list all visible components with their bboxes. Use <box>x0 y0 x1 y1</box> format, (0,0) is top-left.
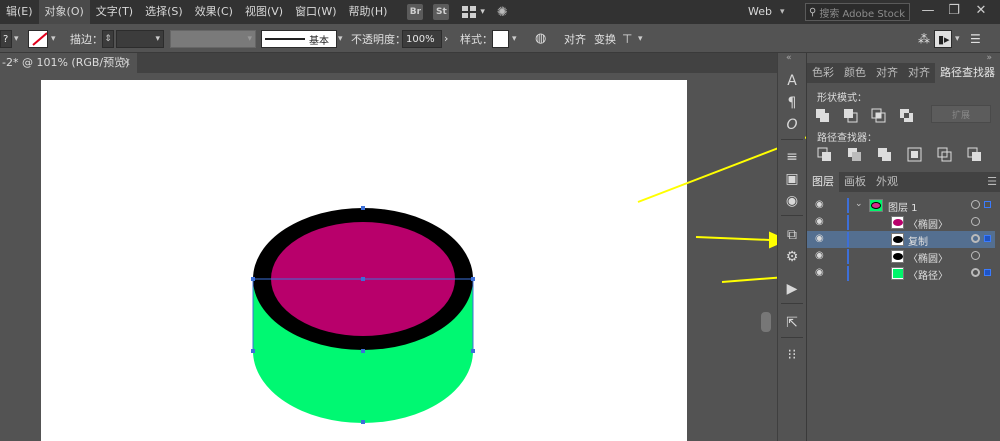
layer-row-layer1[interactable]: ◉ ⌄ 图层 1 <box>807 197 995 214</box>
chevron-down-icon[interactable]: ⌄ <box>855 199 863 209</box>
layer-thumbnail <box>891 216 904 229</box>
scroll-handle[interactable] <box>761 312 771 332</box>
layer-thumbnail <box>869 199 883 212</box>
tab-color[interactable]: 颜色 <box>839 63 871 83</box>
layer-thumbnail <box>891 233 904 246</box>
layer-name[interactable]: 〈椭圆〉 <box>908 250 948 265</box>
export-icon[interactable]: ⇱ <box>782 313 802 333</box>
pathfinders-label: 路径查找器： <box>817 133 877 144</box>
target-icon[interactable] <box>971 234 980 243</box>
paragraph-icon[interactable]: ¶ <box>782 93 802 113</box>
visibility-eye-icon[interactable]: ◉ <box>815 216 824 227</box>
tab-pathfinder[interactable]: 路径查找器 <box>935 63 1000 83</box>
symbols-icon[interactable]: ⚙ <box>782 247 802 267</box>
layer-name[interactable]: 复制 <box>908 233 928 248</box>
layer-thumbnail <box>891 250 904 263</box>
unite-icon[interactable] <box>815 108 831 124</box>
layer-thumbnail <box>891 267 904 280</box>
visibility-eye-icon[interactable]: ◉ <box>815 267 824 278</box>
opentype-icon[interactable]: O <box>782 115 802 135</box>
trim-icon[interactable] <box>847 147 863 163</box>
layer-row-ellipse[interactable]: ◉ 〈椭圆〉 <box>807 214 995 231</box>
target-icon[interactable] <box>971 268 980 277</box>
transparency-icon[interactable]: ◉ <box>782 191 802 211</box>
layer-name[interactable]: 图层 1 <box>888 199 918 214</box>
stroke-panel-icon[interactable]: ≡ <box>782 147 802 167</box>
outline-icon[interactable] <box>937 147 953 163</box>
selection-square-icon[interactable] <box>984 235 991 242</box>
selection-square-icon[interactable] <box>984 201 991 208</box>
tab-color-guide[interactable]: 色彩 <box>807 63 839 83</box>
merge-icon[interactable] <box>877 147 893 163</box>
actions-icon[interactable]: ▶ <box>782 279 802 299</box>
target-icon[interactable] <box>971 200 980 209</box>
selection-square-icon[interactable] <box>984 269 991 276</box>
collapse-icon[interactable]: » <box>986 53 992 63</box>
visibility-eye-icon[interactable]: ◉ <box>815 250 824 261</box>
layer-name[interactable]: 〈路径〉 <box>908 267 948 282</box>
artboards-icon[interactable]: ⁝⁝ <box>782 345 802 365</box>
exclude-icon[interactable] <box>899 108 915 124</box>
layer-row-copy[interactable]: ◉ 复制 <box>807 231 995 248</box>
tab-align-2[interactable]: 对齐 <box>903 63 935 83</box>
right-panels: » 色彩 颜色 对齐 对齐 路径查找器 ☰ 形状模式： 扩展 路径查找器： 图层… <box>806 53 1000 441</box>
panel-menu-icon[interactable]: ☰ <box>987 172 997 192</box>
character-icon[interactable]: A <box>782 71 802 91</box>
layer-row-path[interactable]: ◉ 〈路径〉 <box>807 265 995 282</box>
tab-appearance[interactable]: 外观 <box>871 172 903 192</box>
divide-icon[interactable] <box>817 147 833 163</box>
minus-back-icon[interactable] <box>967 147 983 163</box>
visibility-eye-icon[interactable]: ◉ <box>815 233 824 244</box>
minus-front-icon[interactable] <box>843 108 859 124</box>
tab-layers[interactable]: 图层 <box>807 172 839 192</box>
visibility-eye-icon[interactable]: ◉ <box>815 199 824 210</box>
panel-icon-strip: « A ¶ O ≡ ▣ ◉ ⧉ ⚙ ▶ ⇱ ⁝⁝ <box>777 53 805 441</box>
target-icon[interactable] <box>971 251 980 260</box>
layer-name[interactable]: 〈椭圆〉 <box>908 216 948 231</box>
intersect-icon[interactable] <box>871 108 887 124</box>
layer-row-ellipse-2[interactable]: ◉ 〈椭圆〉 <box>807 248 995 265</box>
shape-modes-label: 形状模式： <box>817 93 867 104</box>
tab-align[interactable]: 对齐 <box>871 63 903 83</box>
tab-artboards[interactable]: 画板 <box>839 172 871 192</box>
crop-icon[interactable] <box>907 147 923 163</box>
gradient-panel-icon[interactable]: ▣ <box>782 169 802 189</box>
layers-tab-group: 图层 画板 外观 ☰ <box>807 172 1000 192</box>
expand-button[interactable]: 扩展 <box>931 105 991 123</box>
collapse-icon[interactable]: « <box>786 53 792 63</box>
pathfinder-panel-icon[interactable]: ⧉ <box>782 225 802 245</box>
pathfinder-tab-group: 色彩 颜色 对齐 对齐 路径查找器 ☰ <box>807 63 1000 83</box>
target-icon[interactable] <box>971 217 980 226</box>
